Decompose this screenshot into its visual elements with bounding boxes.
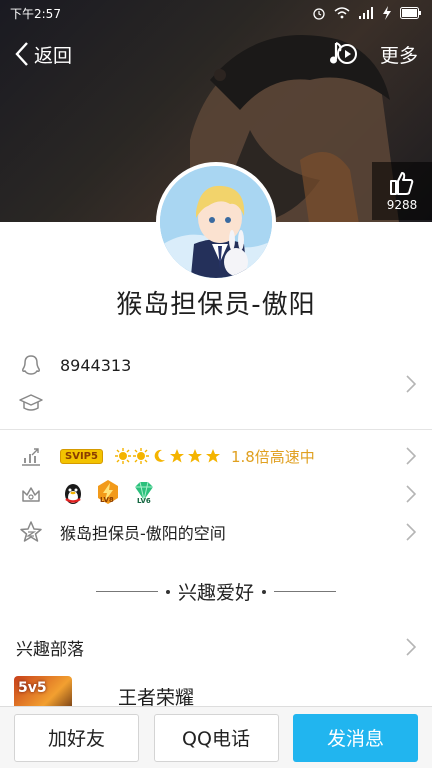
star-icon: [205, 449, 220, 463]
back-label: 返回: [34, 44, 73, 67]
vip-row[interactable]: SVIP5 1.8倍高速中: [0, 437, 432, 475]
vip-speed-text: 1.8倍高速中: [230, 447, 315, 466]
signal-icon: [359, 7, 373, 19]
svip-badge: SVIP5: [60, 448, 103, 464]
star-outline-icon: [18, 519, 44, 545]
divider-line: [95, 591, 158, 592]
vip-section: SVIP5 1.8倍高速中 LV8 LV6 猴岛担保员-傲阳的空间: [0, 437, 432, 551]
send-message-button[interactable]: 发消息: [293, 713, 418, 762]
qq-number-row: 8944313: [0, 346, 432, 384]
star-icon: [169, 449, 184, 463]
sun-icon: [114, 448, 131, 464]
chevron-right-icon: [406, 375, 416, 393]
more-button[interactable]: 更多: [380, 41, 418, 68]
interests-heading: 兴趣爱好: [0, 578, 432, 605]
avatar-illustration: [160, 166, 272, 278]
back-button[interactable]: 返回: [14, 41, 72, 68]
battery-icon: [400, 7, 421, 19]
status-bar: 下午2:57: [0, 0, 432, 26]
graduation-cap-icon: [18, 390, 44, 416]
lv8-badge: LV8: [94, 478, 122, 510]
chevron-right-icon: [406, 485, 416, 503]
star-icon: [187, 449, 202, 463]
like-count: 9288: [386, 198, 418, 212]
school-row: [0, 384, 432, 422]
divider: [0, 429, 432, 430]
growth-chart-icon: [18, 443, 44, 469]
status-icons: [312, 6, 422, 20]
qzone-row[interactable]: 猴岛担保员-傲阳的空间: [0, 513, 432, 551]
qq-number: 8944313: [60, 355, 132, 375]
divider-dot: [165, 589, 170, 594]
top-navigation: 返回 更多: [0, 30, 432, 78]
divider-line: [274, 591, 336, 592]
chevron-right-icon: [406, 447, 416, 465]
lv6-label: LV6: [137, 497, 151, 505]
qzone-label: 猴岛担保员-傲阳的空间: [60, 524, 226, 543]
basic-info-section[interactable]: 8944313: [0, 346, 432, 422]
status-time: 下午2:57: [10, 6, 61, 21]
divider-dot: [262, 589, 266, 594]
interests-title: 兴趣爱好: [177, 582, 254, 604]
interest-tribe-row[interactable]: 兴趣部落: [0, 628, 432, 666]
add-friend-button[interactable]: 加好友: [14, 713, 139, 762]
lv8-label: LV8: [100, 496, 114, 504]
qq-call-button[interactable]: QQ电话: [153, 713, 279, 762]
badges-row[interactable]: LV8 LV6: [0, 475, 432, 513]
bottom-action-bar: 加好友 QQ电话 发消息: [0, 706, 432, 768]
interest-tribe-label: 兴趣部落: [16, 639, 84, 660]
lv6-badge: LV6: [130, 478, 158, 510]
qq-penguin-badge-icon: [65, 484, 81, 504]
like-button[interactable]: 9288: [372, 162, 432, 220]
thumbs-up-icon: [390, 172, 414, 195]
avatar[interactable]: [156, 162, 276, 282]
alarm-icon: [313, 8, 325, 20]
music-play-icon[interactable]: [328, 39, 358, 69]
moon-icon: [154, 449, 165, 462]
wifi-icon: [334, 7, 350, 19]
profile-nickname: 猴岛担保员-傲阳: [116, 290, 316, 320]
chevron-right-icon: [406, 523, 416, 541]
game-thumbnail-text: 5v5: [18, 680, 47, 696]
chevron-left-icon: [15, 42, 28, 66]
charging-icon: [383, 6, 391, 20]
level-icons: [114, 448, 221, 464]
penguin-outline-icon: [18, 352, 44, 378]
crown-icon: [18, 481, 44, 507]
sun-icon: [132, 448, 149, 464]
chevron-right-icon: [406, 638, 416, 656]
